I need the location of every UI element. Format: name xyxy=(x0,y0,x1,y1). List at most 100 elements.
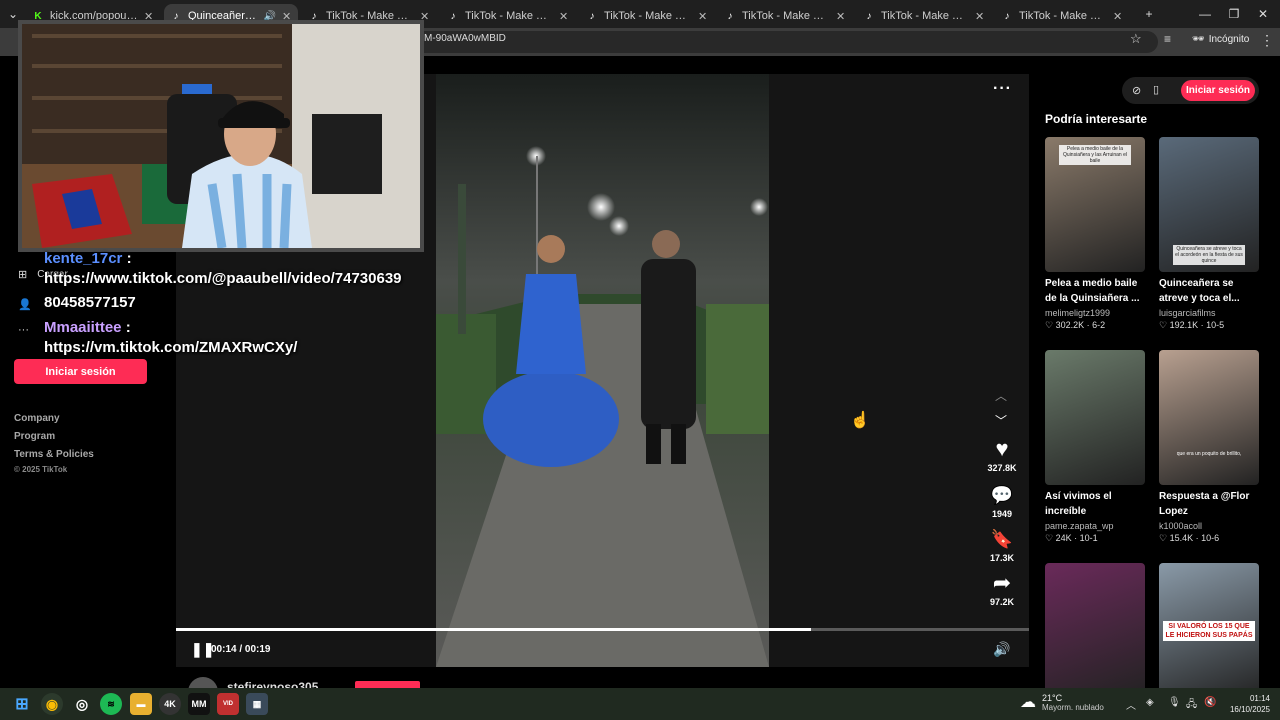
footer-link-program[interactable]: Program xyxy=(14,431,55,442)
suggestion-card[interactable]: SI VALORÓ LOS 15 QUE LE HICIERON SUS PAP… xyxy=(1159,563,1259,698)
suggestion-card[interactable]: Así vivimos el increíble quinceaño... pam… xyxy=(1045,350,1145,544)
profile-icon: 👤 xyxy=(18,299,32,311)
browser-tab[interactable]: ♪ TikTok - Make Your Day ✕ xyxy=(580,4,714,28)
suggestion-thumbnail[interactable]: Quinceañera se atreve y toca el acordeón… xyxy=(1159,137,1259,272)
nav-profile[interactable]: 👤 xyxy=(18,298,32,311)
tab-close-icon[interactable]: ✕ xyxy=(1113,10,1123,23)
browser-menu-icon[interactable]: ⋮ xyxy=(1260,32,1274,49)
nav-more[interactable]: ··· xyxy=(18,324,29,336)
incognito-indicator[interactable]: 🕶 Incógnito xyxy=(1192,34,1249,45)
start-button[interactable]: ⊞ xyxy=(11,693,33,715)
comment-button[interactable]: 💬 1949 xyxy=(982,483,1022,519)
suggestion-author[interactable]: k1000acoll xyxy=(1159,521,1259,531)
video-editor-icon: VID xyxy=(222,701,233,707)
suggestion-card[interactable] xyxy=(1045,563,1145,698)
tiktok-favicon-icon: ♪ xyxy=(727,10,733,22)
4k-app-button[interactable]: 4K xyxy=(159,693,181,715)
share-button[interactable]: ➦ 97.2K xyxy=(982,571,1022,608)
thumbnail-caption: SI VALORÓ LOS 15 QUE LE HICIERON SUS PAP… xyxy=(1163,621,1255,641)
suggestion-title[interactable]: Quinceañera se atreve y toca el... xyxy=(1159,276,1259,306)
network-app-icon[interactable]: ◈ xyxy=(1146,697,1154,708)
like-button[interactable]: ♥ 327.8K xyxy=(982,437,1022,474)
close-window-button[interactable]: ✕ xyxy=(1246,4,1280,24)
suggestion-thumbnail[interactable] xyxy=(1045,350,1145,485)
spotify-taskbar-button[interactable]: ≋ xyxy=(100,693,122,715)
suggestion-date: 10-5 xyxy=(1206,320,1225,330)
tab-close-icon[interactable]: ✕ xyxy=(975,10,985,23)
browser-tab[interactable]: ♪ TikTok - Make Your Day ✕ xyxy=(857,4,991,28)
tab-title: TikTok - Make Your Day xyxy=(742,10,830,22)
url-text[interactable]: M-90aWA0wMBID xyxy=(424,33,506,44)
volume-muted-icon[interactable]: 🔇 xyxy=(1204,697,1216,708)
webcam-frame xyxy=(22,24,420,248)
suggestion-author[interactable]: melimeligtz1999 xyxy=(1045,308,1145,318)
suggestion-thumbnail[interactable]: SI VALORÓ LOS 15 QUE LE HICIERON SUS PAP… xyxy=(1159,563,1259,698)
tab-title: TikTok - Make Your Day xyxy=(604,10,692,22)
calculator-button[interactable]: ▦ xyxy=(246,693,268,715)
incognito-icon: 🕶 xyxy=(1192,34,1205,45)
mm-app-button[interactable]: MM xyxy=(188,693,210,715)
more-options-icon[interactable]: ··· xyxy=(993,80,1012,98)
chrome-taskbar-button[interactable]: ◉ xyxy=(41,693,63,715)
suggestion-thumbnail[interactable]: Pelea a medio baile de la Quinsiañera y … xyxy=(1045,137,1145,272)
video-frame xyxy=(436,74,769,667)
bookmark-icon: 🔖 xyxy=(990,529,1014,549)
browser-tab[interactable]: ♪ TikTok - Make Your Day ✕ xyxy=(995,4,1129,28)
video-progress-bar[interactable] xyxy=(176,628,1029,631)
upload-icon: ⊞ xyxy=(18,269,28,281)
chat-username: kente_17cr : xyxy=(44,250,132,267)
new-tab-button[interactable]: + xyxy=(1132,4,1166,24)
suggestion-thumbnail[interactable]: que era un poquito de brillito, xyxy=(1159,350,1259,485)
tab-close-icon[interactable]: ✕ xyxy=(559,10,569,23)
suggestion-author[interactable]: luisgarciafilms xyxy=(1159,308,1259,318)
bookmark-star-icon[interactable]: ☆ xyxy=(1130,31,1142,47)
suggestion-author[interactable]: pame.zapata_wp xyxy=(1045,521,1145,531)
video-editor-button[interactable]: VID xyxy=(217,693,239,715)
weather-temp: 21°C xyxy=(1042,692,1063,703)
save-button[interactable]: 🔖 17.3K xyxy=(982,527,1022,563)
reading-mode-icon[interactable]: ≡ xyxy=(1164,32,1171,46)
tray-chevron-icon[interactable]: ︿ xyxy=(1126,697,1136,712)
suggestion-card[interactable]: Quinceañera se atreve y toca el acordeón… xyxy=(1159,137,1259,331)
suggestion-card[interactable]: que era un poquito de brillito, Respuesta… xyxy=(1159,350,1259,544)
chat-message-2: https://vm.tiktok.com/ZMAXRwCXy/ xyxy=(44,339,298,356)
video-progress-fill xyxy=(176,628,812,631)
suggestion-title[interactable]: Así vivimos el increíble quinceaño... xyxy=(1045,489,1145,519)
next-video-icon[interactable]: ﹀ xyxy=(995,412,1007,429)
calculator-icon: ▦ xyxy=(252,698,262,709)
tab-close-icon[interactable]: ✕ xyxy=(836,10,846,23)
compass-icon[interactable]: ⊘ xyxy=(1132,84,1141,97)
sidebar-login-button[interactable]: Iniciar sesión xyxy=(14,359,147,384)
weather-widget[interactable]: ☁ 21°C Mayorm. nublado xyxy=(1020,692,1104,712)
video-time: 00:14 / 00:19 xyxy=(211,644,271,655)
suggestion-title[interactable]: Pelea a medio baile de la Quinsiañera ..… xyxy=(1045,276,1145,306)
tab-close-icon[interactable]: ✕ xyxy=(698,10,708,23)
volume-button[interactable]: 🔊 xyxy=(993,641,1010,658)
suggestion-title[interactable]: Respuesta a @Flor Lopez xyxy=(1159,489,1259,519)
suggestion-thumbnail[interactable] xyxy=(1045,563,1145,698)
thumbnail-caption: que era un poquito de brillito, xyxy=(1176,451,1242,457)
chat-user-1: kente_17cr xyxy=(44,250,123,267)
browser-tab[interactable]: ♪ TikTok - Make Your Day ✕ xyxy=(718,4,852,28)
footer-link-company[interactable]: Company xyxy=(14,413,60,424)
plus-icon: + xyxy=(1145,7,1153,21)
footer-link-terms[interactable]: Terms & Policies xyxy=(14,449,94,460)
suggestion-stats: ♡ 192.1K · 10-5 xyxy=(1159,320,1259,331)
suggestion-card[interactable]: Pelea a medio baile de la Quinsiañera y … xyxy=(1045,137,1145,331)
microphone-icon[interactable]: 🎙 xyxy=(1168,697,1181,708)
header-login-button[interactable]: Iniciar sesión xyxy=(1181,80,1255,101)
suggestions-title: Podría interesarte xyxy=(1045,112,1148,126)
heart-outline-icon: ♡ xyxy=(1159,533,1170,543)
file-explorer-button[interactable]: ▬ xyxy=(130,693,152,715)
system-clock[interactable]: 01:14 16/10/2025 xyxy=(1228,693,1270,715)
network-icon[interactable]: 🖧 xyxy=(1186,697,1197,714)
previous-video-icon[interactable]: ︿ xyxy=(995,387,1007,404)
stream-chat: kente_17cr : https://www.tiktok.com/@paa… xyxy=(44,250,444,360)
mobile-app-icon[interactable]: ▯ xyxy=(1153,83,1159,96)
obs-taskbar-button[interactable]: ◎ xyxy=(71,693,93,715)
speaker-icon: 🔊 xyxy=(993,641,1011,657)
video-player[interactable] xyxy=(436,74,769,667)
suggestion-views: 192.1K xyxy=(1169,320,1199,330)
browser-tab[interactable]: ♪ TikTok - Make Your Day ✕ xyxy=(441,4,575,28)
separator-dot: · xyxy=(1084,320,1093,330)
